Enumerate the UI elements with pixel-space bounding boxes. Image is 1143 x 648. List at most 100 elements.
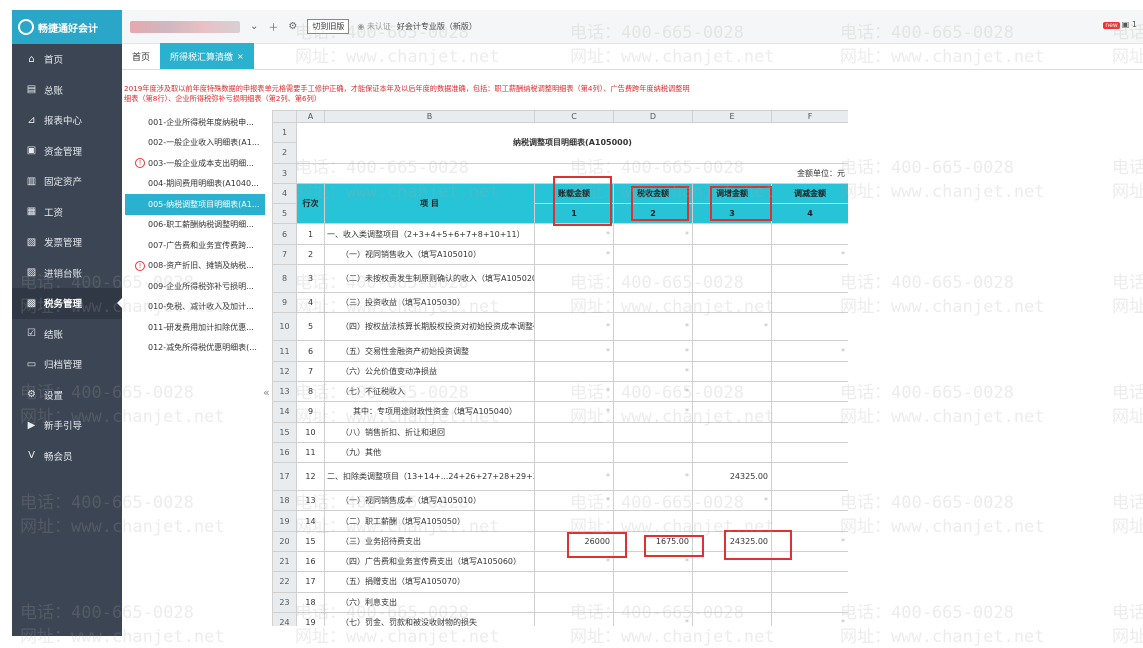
top-right-tools[interactable]: new ▣ 1 <box>1103 20 1137 29</box>
logo[interactable]: 畅捷通好会计 <box>12 10 122 44</box>
sidebar-item-7[interactable]: ▨ 进销台账 <box>12 258 122 289</box>
amount-cell-e[interactable] <box>692 292 772 314</box>
amount-cell-d[interactable] <box>613 591 693 613</box>
amount-cell-f[interactable] <box>771 312 848 342</box>
report-item[interactable]: ! 008-资产折旧、摊销及纳税... <box>125 256 265 277</box>
amount-cell-c[interactable]: * <box>534 312 614 342</box>
amount-cell-e[interactable]: 24325.00 <box>692 462 772 492</box>
amount-cell-f[interactable] <box>771 462 848 492</box>
sidebar-item-4[interactable]: ▥ 固定资产 <box>12 166 122 197</box>
amount-cell-d[interactable]: * <box>613 360 693 382</box>
amount-cell-e[interactable] <box>692 510 772 532</box>
tab-income-tax[interactable]: 所得税汇算清缴 × <box>160 43 254 69</box>
amount-cell-c[interactable] <box>534 441 614 464</box>
amount-cell-c[interactable]: 26000 <box>534 530 614 553</box>
amount-cell-d[interactable]: * <box>613 401 693 423</box>
amount-cell-e[interactable] <box>692 243 772 266</box>
tab-home[interactable]: 首页 <box>122 43 160 69</box>
amount-cell-e[interactable] <box>692 340 772 362</box>
amount-cell-f[interactable] <box>771 360 848 382</box>
report-item[interactable]: 002-一般企业收入明细表(A1... <box>125 133 265 154</box>
amount-cell-c[interactable] <box>534 611 614 626</box>
amount-cell-f[interactable]: * <box>771 340 848 362</box>
amount-cell-d[interactable] <box>613 510 693 532</box>
sidebar-item-13[interactable]: V 畅会员 <box>12 441 122 472</box>
amount-cell-d[interactable]: * <box>613 551 693 573</box>
amount-cell-f[interactable] <box>771 490 848 512</box>
report-item[interactable]: 001-企业所得税年度纳税申... <box>125 112 265 133</box>
company-name-blurred[interactable] <box>130 20 240 33</box>
sidebar-item-11[interactable]: ⚙ 设置 <box>12 380 122 411</box>
amount-cell-f[interactable] <box>771 421 848 443</box>
amount-cell-d[interactable]: * <box>613 462 693 492</box>
amount-cell-d[interactable]: 1675.00 <box>613 530 693 553</box>
amount-cell-e[interactable] <box>692 591 772 613</box>
amount-cell-f[interactable] <box>771 380 848 403</box>
amount-cell-e[interactable]: * <box>692 490 772 512</box>
amount-cell-d[interactable]: * <box>613 380 693 403</box>
collapse-icon[interactable]: « <box>263 386 270 399</box>
amount-cell-c[interactable] <box>534 591 614 613</box>
settings-icon[interactable]: ⚙ <box>288 21 297 32</box>
amount-cell-d[interactable] <box>613 441 693 464</box>
amount-cell-f[interactable] <box>771 401 848 423</box>
amount-cell-f[interactable] <box>771 571 848 593</box>
add-icon[interactable]: ＋ <box>268 19 278 34</box>
amount-cell-c[interactable]: * <box>534 401 614 423</box>
video-icon[interactable]: ▣ <box>1122 20 1130 29</box>
amount-cell-e[interactable] <box>692 380 772 403</box>
amount-cell-e[interactable] <box>692 441 772 464</box>
amount-cell-f[interactable]: * <box>771 611 848 626</box>
spreadsheet[interactable]: A B C D E F 1 纳税调整项目明细表(A105000) 2 3 金额单位：元 4 行次项 目账… <box>272 110 848 626</box>
amount-cell-c[interactable] <box>534 421 614 443</box>
report-item[interactable]: 005-纳税调整项目明细表(A1... <box>125 194 265 215</box>
sidebar-item-8[interactable]: ▩ 税务管理 <box>12 288 122 319</box>
chevron-down-icon[interactable]: ⌄ <box>250 21 258 32</box>
amount-cell-c[interactable]: * <box>534 490 614 512</box>
amount-cell-e[interactable] <box>692 571 772 593</box>
amount-cell-c[interactable] <box>534 571 614 593</box>
amount-cell-d[interactable] <box>613 571 693 593</box>
report-item[interactable]: 009-企业所得税弥补亏损明... <box>125 276 265 297</box>
amount-cell-f[interactable] <box>771 551 848 573</box>
amount-cell-d[interactable] <box>613 292 693 314</box>
sidebar-item-6[interactable]: ▧ 发票管理 <box>12 227 122 258</box>
amount-cell-c[interactable] <box>534 292 614 314</box>
sidebar-item-10[interactable]: ▭ 归档管理 <box>12 349 122 380</box>
amount-cell-c[interactable]: * <box>534 462 614 492</box>
close-icon[interactable]: × <box>237 52 244 61</box>
amount-cell-e[interactable] <box>692 421 772 443</box>
sidebar-item-1[interactable]: ▤ 总账 <box>12 75 122 106</box>
report-item[interactable]: 006-职工薪酬纳税调整明细... <box>125 215 265 236</box>
amount-cell-d[interactable]: * <box>613 312 693 342</box>
sidebar-item-3[interactable]: ▣ 资金管理 <box>12 136 122 167</box>
amount-cell-c[interactable]: * <box>534 243 614 266</box>
amount-cell-d[interactable] <box>613 490 693 512</box>
amount-cell-d[interactable]: * <box>613 223 693 245</box>
report-item[interactable]: 012-减免所得税优惠明细表(... <box>125 338 265 359</box>
amount-cell-c[interactable]: * <box>534 340 614 362</box>
amount-cell-e[interactable] <box>692 360 772 382</box>
report-item[interactable]: 010-免税、减计收入及加计... <box>125 297 265 318</box>
amount-cell-c[interactable] <box>534 360 614 382</box>
amount-cell-d[interactable]: * <box>613 611 693 626</box>
amount-cell-c[interactable]: * <box>534 551 614 573</box>
switch-version-button[interactable]: 切到旧版 <box>307 19 350 34</box>
amount-cell-f[interactable] <box>771 510 848 532</box>
amount-cell-d[interactable] <box>613 264 693 294</box>
amount-cell-e[interactable]: * <box>692 312 772 342</box>
report-item[interactable]: 004-期间费用明细表(A1040... <box>125 174 265 195</box>
sidebar-item-9[interactable]: ☑ 结账 <box>12 319 122 350</box>
amount-cell-f[interactable] <box>771 591 848 613</box>
amount-cell-c[interactable]: * <box>534 223 614 245</box>
amount-cell-c[interactable] <box>534 264 614 294</box>
report-item[interactable]: 007-广告费和业务宣传费跨... <box>125 235 265 256</box>
amount-cell-c[interactable] <box>534 510 614 532</box>
amount-cell-e[interactable]: 24325.00 <box>692 530 772 553</box>
amount-cell-f[interactable] <box>771 441 848 464</box>
sidebar-item-2[interactable]: ⊿ 报表中心 <box>12 105 122 136</box>
report-item[interactable]: 011-研发费用加计扣除优惠... <box>125 317 265 338</box>
sidebar-item-0[interactable]: ⌂ 首页 <box>12 44 122 75</box>
amount-cell-f[interactable]: * <box>771 243 848 266</box>
amount-cell-f[interactable] <box>771 292 848 314</box>
